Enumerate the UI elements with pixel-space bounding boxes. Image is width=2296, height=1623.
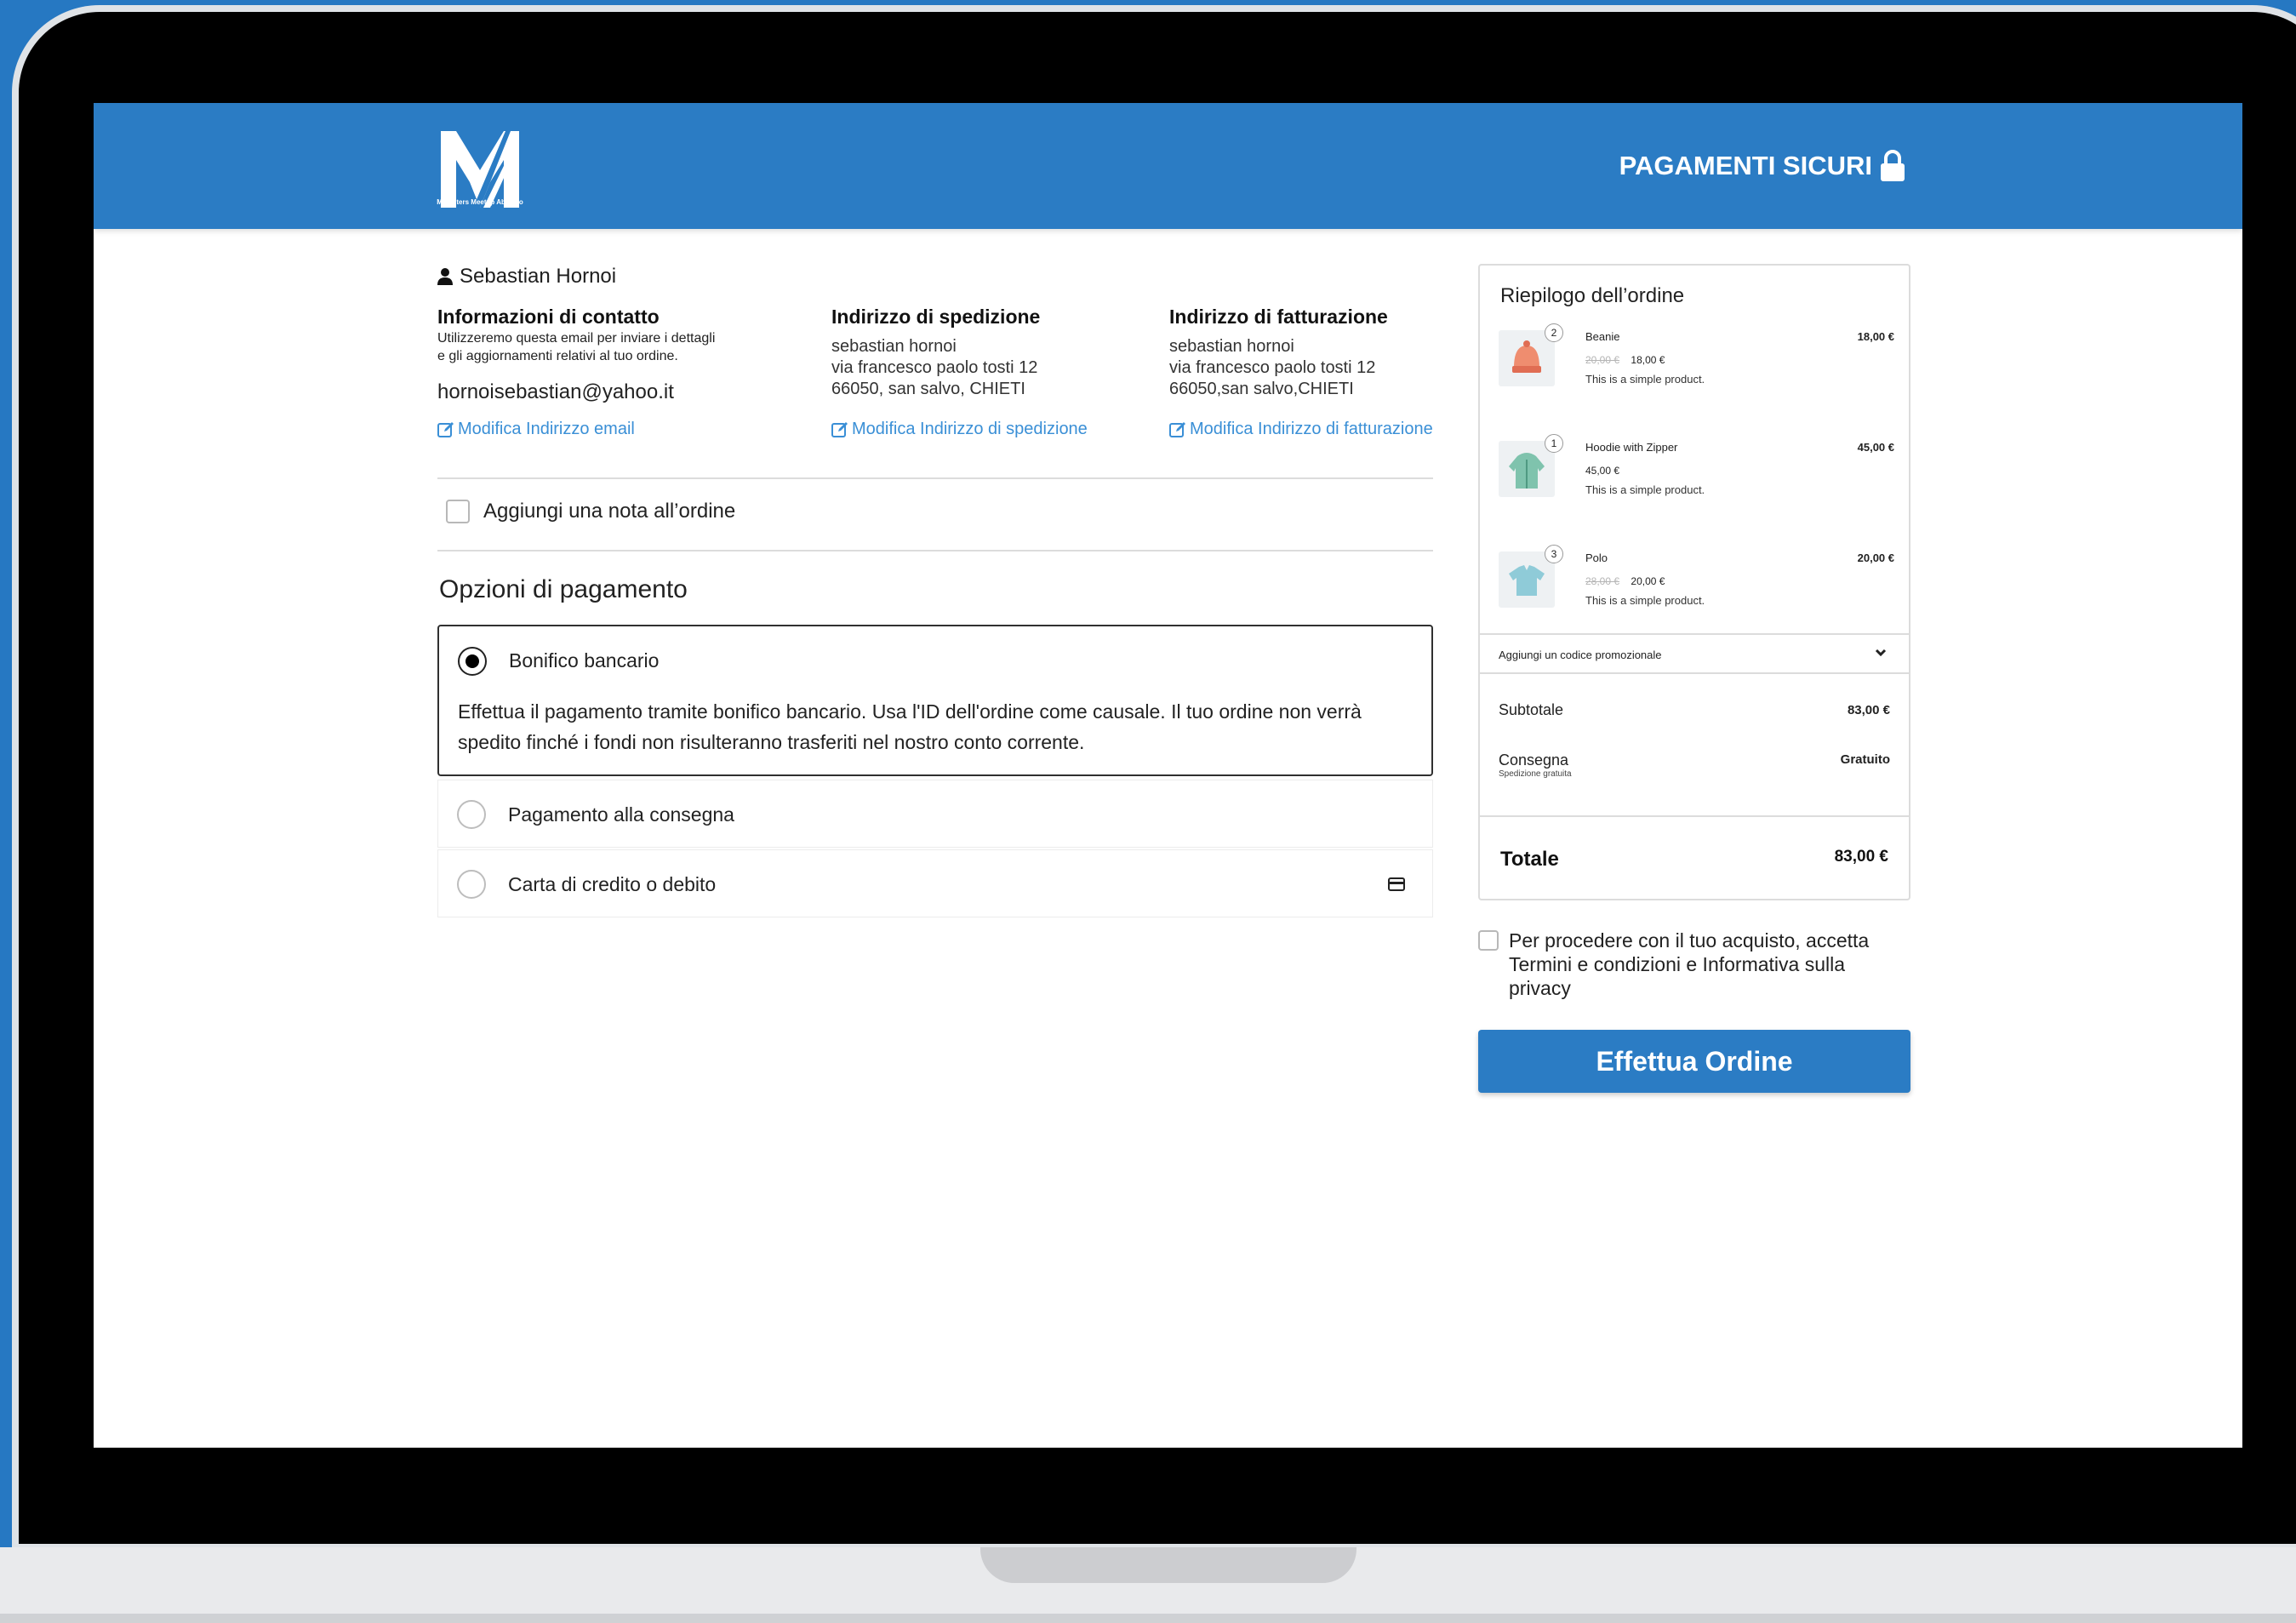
bank-transfer-radio[interactable] (458, 647, 487, 676)
terms-row[interactable]: Per procedere con il tuo acquisto, accet… (1478, 929, 1912, 1000)
product-description: This is a simple product. (1585, 483, 1705, 496)
subtotal-value: 83,00 € (1847, 703, 1890, 717)
secure-payments-label: PAGAMENTI SICURI (1619, 149, 1906, 183)
user-name-row: Sebastian Hornoi (437, 265, 616, 289)
contact-description-line-1: Utilizzeremo questa email per inviare i … (437, 331, 716, 346)
shipping-line-3: 66050, san salvo, CHIETI (831, 380, 1025, 398)
product-price: 18,00 € (1631, 354, 1665, 366)
billing-address: sebastian hornoi via francesco paolo tos… (1169, 336, 1375, 400)
shipping-subtitle: Spedizione gratuita (1499, 769, 1572, 779)
lock-icon (1881, 150, 1905, 181)
total-label: Totale (1500, 848, 1559, 871)
order-note-label: Aggiungi una nota all’ordine (483, 500, 736, 523)
edit-shipping-link[interactable]: Modifica Indirizzo di spedizione (831, 420, 1088, 439)
chevron-down-icon[interactable] (1873, 645, 1888, 660)
summary-product: 2 Beanie 20,00 € 18,00 € This is a simpl… (1499, 323, 1894, 424)
edit-billing-label: Modifica Indirizzo di fatturazione (1190, 420, 1433, 438)
cash-on-delivery-label: Pagamento alla consegna (508, 803, 734, 826)
card-label: Carta di credito o debito (508, 873, 717, 895)
product-description: This is a simple product. (1585, 594, 1705, 607)
edit-email-label: Modifica Indirizzo email (458, 420, 635, 438)
promo-code-toggle[interactable]: Aggiungi un codice promozionale (1499, 649, 1662, 661)
product-price-row: 45,00 € (1585, 465, 1619, 477)
billing-line-1: sebastian hornoi (1169, 337, 1294, 356)
shipping-value: Gratuito (1840, 752, 1890, 767)
payment-option-cash-on-delivery[interactable]: Pagamento alla consegna (437, 780, 1433, 848)
secure-payments-text: PAGAMENTI SICURI (1619, 151, 1872, 180)
order-summary: Riepilogo dell’ordine 2 Beanie 20,00 € 1… (1478, 264, 1910, 900)
card-radio[interactable] (457, 870, 486, 899)
summary-product: 1 Hoodie with Zipper 45,00 € This is a s… (1499, 434, 1894, 534)
product-total: 45,00 € (1857, 441, 1894, 454)
billing-title: Indirizzo di fatturazione (1169, 306, 1388, 328)
total-value: 83,00 € (1834, 848, 1888, 866)
product-price-row: 20,00 € 18,00 € (1585, 354, 1665, 366)
product-price: 20,00 € (1631, 575, 1665, 587)
shipping-line-2: via francesco paolo tosti 12 (831, 358, 1038, 377)
shipping-label: Consegna (1499, 751, 1569, 769)
edit-email-link[interactable]: Modifica Indirizzo email (437, 420, 635, 439)
product-quantity: 1 (1545, 434, 1563, 453)
payment-option-card[interactable]: Carta di credito o debito (437, 849, 1433, 917)
terms-checkbox[interactable] (1478, 930, 1499, 951)
user-icon (437, 268, 453, 285)
payment-title: Opzioni di pagamento (439, 575, 688, 603)
contact-description: Utilizzeremo questa email per inviare i … (437, 329, 715, 365)
payment-option-bank-transfer[interactable]: Bonifico bancario Effettua il pagamento … (437, 625, 1433, 776)
product-old-price: 20,00 € (1585, 354, 1620, 366)
contact-description-line-2: e gli aggiornamenti relativi al tuo ordi… (437, 349, 678, 363)
cash-on-delivery-radio[interactable] (457, 800, 486, 829)
place-order-button[interactable]: Effettua Ordine (1478, 1030, 1910, 1093)
credit-card-icon (1388, 877, 1405, 891)
shipping-line-1: sebastian hornoi (831, 337, 957, 356)
divider (437, 550, 1433, 551)
shipping-title: Indirizzo di spedizione (831, 306, 1041, 328)
edit-shipping-label: Modifica Indirizzo di spedizione (852, 420, 1088, 438)
product-price-row: 28,00 € 20,00 € (1585, 575, 1665, 587)
subtotal-label: Subtotale (1499, 701, 1564, 718)
bank-transfer-description: Effettua il pagamento tramite bonifico b… (458, 700, 1362, 753)
summary-title: Riepilogo dell’ordine (1500, 284, 1685, 307)
product-quantity: 2 (1545, 323, 1563, 342)
laptop-base-edge (0, 1614, 2296, 1623)
summary-product: 3 Polo 28,00 € 20,00 € This is a simple … (1499, 545, 1894, 645)
contact-title: Informazioni di contatto (437, 306, 660, 328)
user-name: Sebastian Hornoi (460, 265, 617, 288)
summary-divider (1480, 672, 1909, 674)
product-old-price: 28,00 € (1585, 575, 1620, 587)
product-total: 20,00 € (1857, 551, 1894, 564)
divider (437, 477, 1433, 479)
order-note-checkbox[interactable] (446, 500, 470, 523)
edit-icon (831, 421, 848, 437)
product-quantity: 3 (1545, 545, 1563, 563)
edit-icon (1169, 421, 1185, 437)
shipping-address: sebastian hornoi via francesco paolo tos… (831, 336, 1037, 400)
summary-divider (1480, 815, 1909, 817)
billing-line-2: via francesco paolo tosti 12 (1169, 358, 1376, 377)
checkout-screen: Marketers Meetup Abruzzo PAGAMENTI SICUR… (94, 103, 2242, 1448)
product-description: This is a simple product. (1585, 373, 1705, 386)
logo-subtitle: Marketers Meetup Abruzzo (437, 198, 523, 206)
edit-billing-link[interactable]: Modifica Indirizzo di fatturazione (1169, 420, 1433, 439)
product-name: Beanie (1585, 330, 1620, 343)
edit-icon (437, 421, 454, 437)
product-name: Hoodie with Zipper (1585, 441, 1678, 454)
site-header: Marketers Meetup Abruzzo PAGAMENTI SICUR… (94, 103, 2242, 229)
terms-text: Per procedere con il tuo acquisto, accet… (1509, 929, 1870, 999)
billing-line-3: 66050,san salvo,CHIETI (1169, 380, 1354, 398)
contact-email: hornoisebastian@yahoo.it (437, 380, 674, 403)
product-total: 18,00 € (1857, 330, 1894, 343)
laptop-notch (980, 1547, 1356, 1583)
product-price: 45,00 € (1585, 465, 1620, 477)
summary-divider (1480, 633, 1909, 635)
bank-transfer-label: Bonifico bancario (509, 649, 660, 671)
order-note-row[interactable]: Aggiungi una nota all’ordine (446, 500, 735, 523)
product-name: Polo (1585, 551, 1608, 564)
